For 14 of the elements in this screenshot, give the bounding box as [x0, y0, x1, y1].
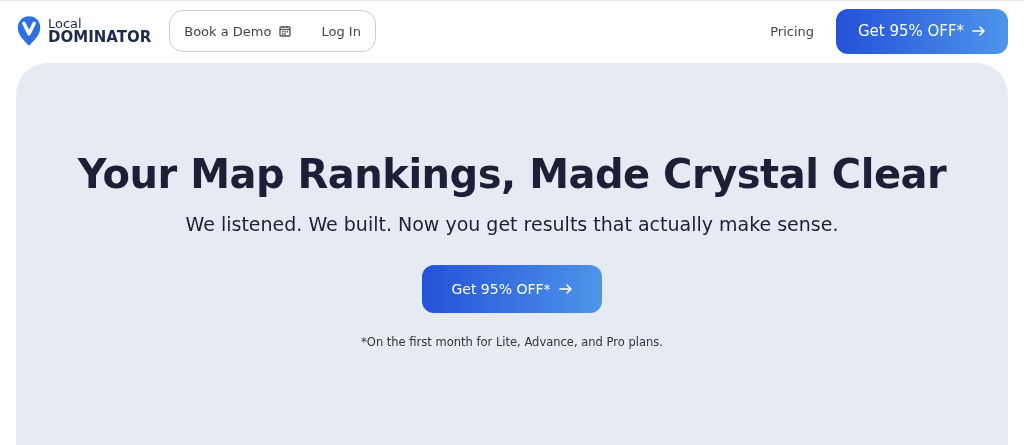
hero-title: Your Map Rankings, Made Crystal Clear: [77, 151, 947, 197]
logo-tagline: Local: [48, 17, 82, 30]
cta-button[interactable]: Get 95% OFF*: [422, 265, 602, 313]
arrow-icon: [972, 25, 987, 37]
arrow-icon: [558, 283, 573, 295]
pricing-link[interactable]: Pricing: [770, 23, 814, 39]
nav-link[interactable]: Log In: [321, 23, 361, 39]
nav-link[interactable]: Book a Demo: [184, 23, 292, 39]
hero-subtitle: We listened. We built. Now you get results that actually make sense.: [185, 213, 839, 235]
logo-icon: [16, 15, 42, 47]
calendar-icon: [279, 25, 292, 37]
cta-button[interactable]: Get 95% OFF*: [836, 8, 1008, 54]
logo-wordmark: DOMINATOR: [48, 30, 152, 45]
footnote: *On the first month for Lite, Advance, and Pro plans.: [361, 335, 663, 349]
